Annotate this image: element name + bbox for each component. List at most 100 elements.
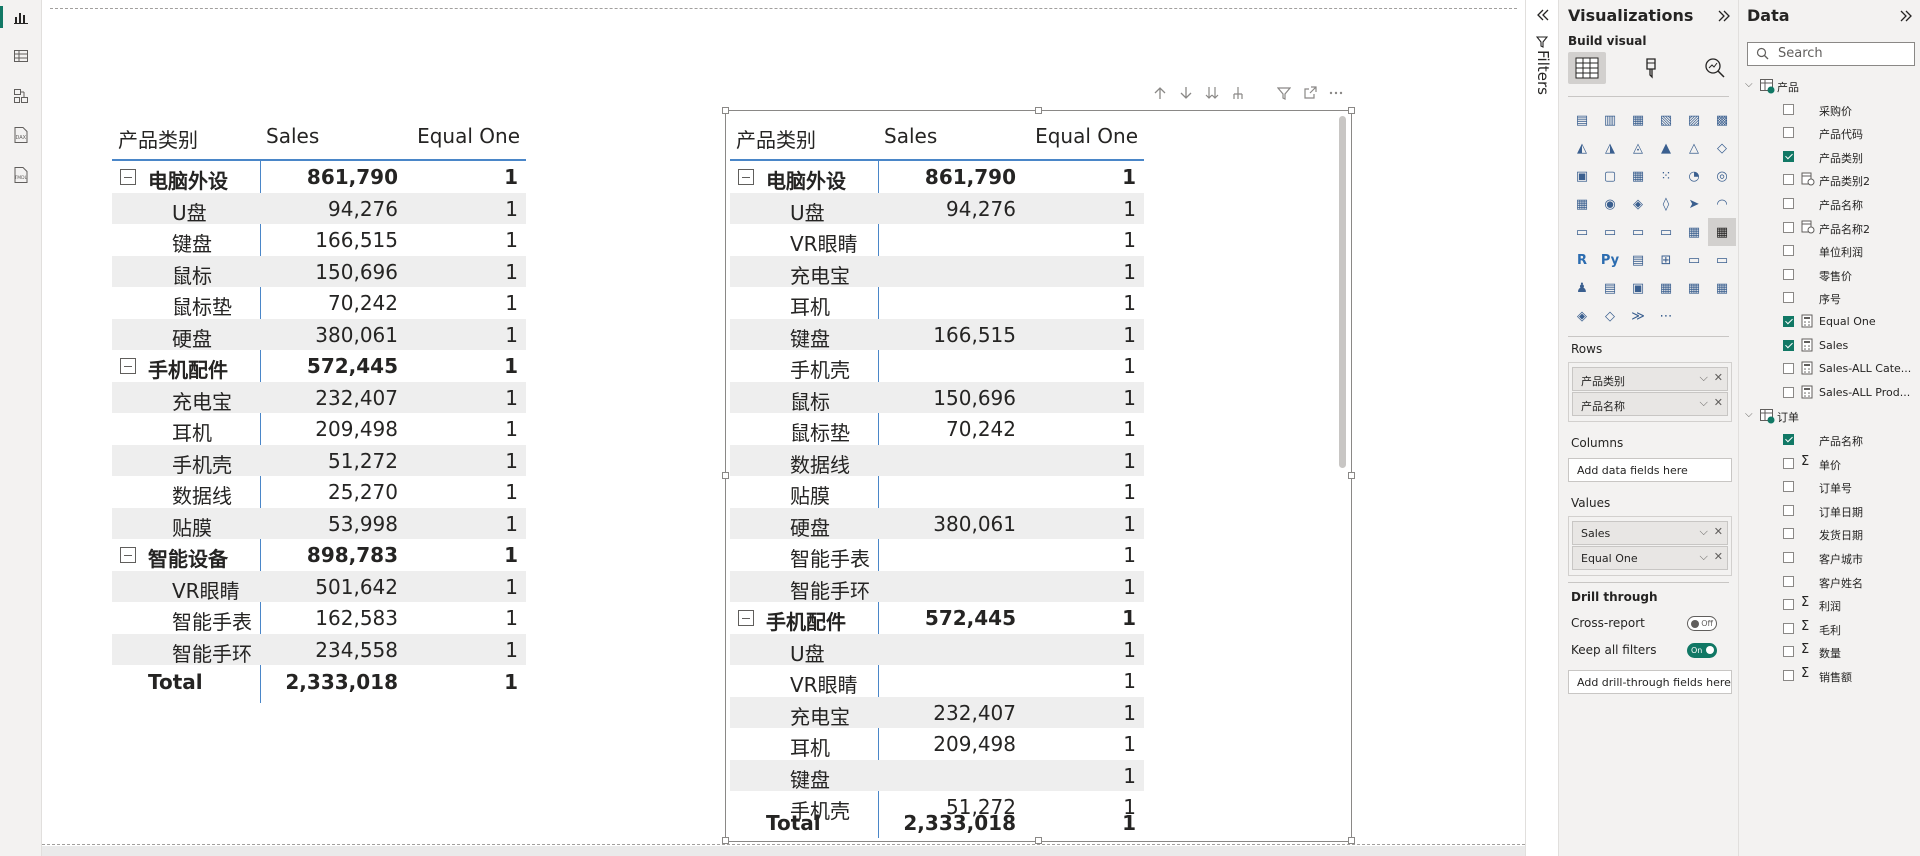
resize-handle-mr[interactable] [1348, 472, 1355, 479]
matrix-item-row[interactable]: 鼠标 150,696 1 [112, 255, 526, 288]
more-visual-icon[interactable]: ⋯ [1652, 302, 1680, 330]
field-row[interactable]: 客户姓名 [1739, 572, 1920, 592]
line-column-visual-icon[interactable]: △ [1680, 134, 1708, 162]
matrix-item-row[interactable]: 智能手表 162,583 1 [112, 602, 526, 634]
matrix-item-row[interactable]: U盘 94,276 1 [730, 192, 1144, 225]
area-visual-icon[interactable]: ◮ [1596, 134, 1624, 162]
resize-handle-tr[interactable] [1348, 107, 1355, 114]
drill-up-icon[interactable] [1153, 86, 1167, 100]
donut-visual-icon[interactable]: ◎ [1708, 162, 1736, 190]
matrix-item-row[interactable]: 充电宝 232,407 1 [730, 696, 1144, 729]
keep-filters-toggle[interactable]: On [1687, 643, 1717, 658]
values-field-sales[interactable]: Sales ⌵ ✕ [1572, 521, 1728, 545]
collapse-row-icon[interactable] [120, 547, 136, 563]
column-header-sales[interactable]: Sales [266, 124, 319, 148]
field-row[interactable]: Σ 数量 [1739, 642, 1920, 662]
model-view-icon[interactable] [8, 83, 34, 109]
add-fields-tab[interactable] [1568, 52, 1606, 84]
treemap-visual-icon[interactable]: ▦ [1568, 190, 1596, 218]
field-row[interactable]: Sales [1739, 336, 1920, 356]
field-row[interactable]: Σ 单价 [1739, 454, 1920, 474]
filter-icon[interactable] [1277, 86, 1291, 100]
field-checkbox[interactable] [1783, 198, 1794, 209]
field-row[interactable]: Σ 毛利 [1739, 619, 1920, 639]
remove-field-icon[interactable]: ✕ [1714, 371, 1723, 384]
kpi-visual-icon[interactable]: ▭ [1624, 218, 1652, 246]
matrix-item-row[interactable]: 手机壳 1 [730, 350, 1144, 382]
collapse-pane-icon[interactable] [1899, 9, 1913, 23]
field-row[interactable]: Sales-ALL Cate... [1739, 359, 1920, 379]
azure-map-visual-icon[interactable]: ➤ [1680, 190, 1708, 218]
power-automate-visual-icon[interactable]: ▦ [1652, 274, 1680, 302]
field-checkbox[interactable] [1783, 150, 1794, 162]
filled-map-visual-icon[interactable]: ◈ [1624, 190, 1652, 218]
column-header-category[interactable]: 产品类别 [118, 124, 198, 153]
chevron-down-icon[interactable]: ⌵ [1745, 409, 1753, 420]
field-row[interactable]: 产品名称2 [1739, 218, 1920, 238]
format-visual-tab[interactable] [1632, 52, 1670, 84]
expand-next-level-icon[interactable] [1205, 86, 1219, 100]
field-row[interactable]: 产品名称 [1739, 430, 1920, 450]
slicer-visual-icon[interactable]: ▭ [1652, 218, 1680, 246]
matrix-item-row[interactable]: 充电宝 1 [730, 255, 1144, 288]
stacked-area-visual-icon[interactable]: ◬ [1624, 134, 1652, 162]
matrix-item-row[interactable]: 智能手环 234,558 1 [112, 633, 526, 666]
field-checkbox[interactable] [1783, 339, 1794, 351]
field-row[interactable]: 产品名称 [1739, 194, 1920, 214]
scatter-visual-icon[interactable]: ⁙ [1652, 162, 1680, 190]
column-header-category[interactable]: 产品类别 [736, 124, 816, 153]
field-row[interactable]: 产品类别2 [1739, 170, 1920, 190]
stacked-bar-visual-icon[interactable]: ▤ [1568, 106, 1596, 134]
python-visual-visual-icon[interactable]: Py [1596, 246, 1624, 274]
matrix-item-row[interactable]: 数据线 1 [730, 444, 1144, 477]
more-options-icon[interactable] [1329, 86, 1343, 100]
clustered-column-visual-icon[interactable]: ▧ [1652, 106, 1680, 134]
field-row[interactable]: 采购价 [1739, 100, 1920, 120]
waterfall-visual-icon[interactable]: ▢ [1596, 162, 1624, 190]
matrix-item-row[interactable]: VR眼睛 1 [730, 665, 1144, 697]
expand-hierarchy-icon[interactable] [1231, 86, 1245, 100]
field-row[interactable]: 单位利润 [1739, 241, 1920, 261]
matrix-vertical-scrollbar[interactable] [1339, 116, 1346, 468]
field-checkbox[interactable] [1783, 363, 1794, 375]
field-row[interactable]: 订单日期 [1739, 501, 1920, 521]
field-checkbox[interactable] [1783, 386, 1794, 398]
resize-handle-bm[interactable] [1035, 837, 1042, 844]
qa-visual-icon[interactable]: ▭ [1680, 246, 1708, 274]
remove-field-icon[interactable]: ✕ [1714, 396, 1723, 409]
column-header-equal-one[interactable]: Equal One [417, 124, 520, 148]
matrix-category-row[interactable]: 手机配件 572,445 1 [112, 350, 526, 382]
decomposition-tree-visual-icon[interactable]: ⊞ [1652, 246, 1680, 274]
table-node[interactable]: ⌵ 产品 [1739, 76, 1920, 96]
chevron-down-icon[interactable]: ⌵ [1699, 550, 1707, 563]
field-checkbox[interactable] [1783, 221, 1794, 233]
chevron-down-icon[interactable]: ⌵ [1699, 525, 1707, 538]
table-view-icon[interactable] [8, 43, 34, 69]
collapse-row-icon[interactable] [120, 358, 136, 374]
rows-field-product-name[interactable]: 产品名称 ⌵ ✕ [1572, 392, 1728, 416]
chevron-down-icon[interactable]: ⌵ [1699, 396, 1707, 409]
field-checkbox[interactable] [1783, 481, 1794, 493]
matrix-item-row[interactable]: 智能手环 1 [730, 570, 1144, 603]
field-checkbox[interactable] [1783, 504, 1794, 516]
r-visual-visual-icon[interactable]: R [1568, 246, 1596, 274]
field-row[interactable]: Σ 销售额 [1739, 666, 1920, 686]
table-visual-icon[interactable]: ▦ [1680, 218, 1708, 246]
stacked-column-visual-icon[interactable]: ▥ [1596, 106, 1624, 134]
matrix-item-row[interactable]: U盘 1 [730, 633, 1144, 666]
matrix-item-row[interactable]: 鼠标垫 70,242 1 [730, 413, 1144, 445]
field-checkbox[interactable] [1783, 599, 1794, 611]
key-influencers-visual-icon[interactable]: ▤ [1624, 246, 1652, 274]
filters-pane-collapsed[interactable]: Filters [1525, 0, 1558, 856]
field-checkbox[interactable] [1783, 174, 1794, 186]
tmdl-view-icon[interactable]: TMDL [8, 162, 34, 188]
column-header-equal-one[interactable]: Equal One [1035, 124, 1138, 148]
100-column-visual-icon[interactable]: ▩ [1708, 106, 1736, 134]
matrix-item-row[interactable]: VR眼睛 501,642 1 [112, 570, 526, 603]
field-checkbox[interactable] [1783, 646, 1794, 658]
field-row[interactable]: 序号 [1739, 288, 1920, 308]
gauge-visual-icon[interactable]: ◠ [1708, 190, 1736, 218]
field-checkbox[interactable] [1783, 670, 1794, 681]
multirow-card-visual-icon[interactable]: ▭ [1596, 218, 1624, 246]
collapse-pane-icon[interactable] [1717, 9, 1731, 23]
